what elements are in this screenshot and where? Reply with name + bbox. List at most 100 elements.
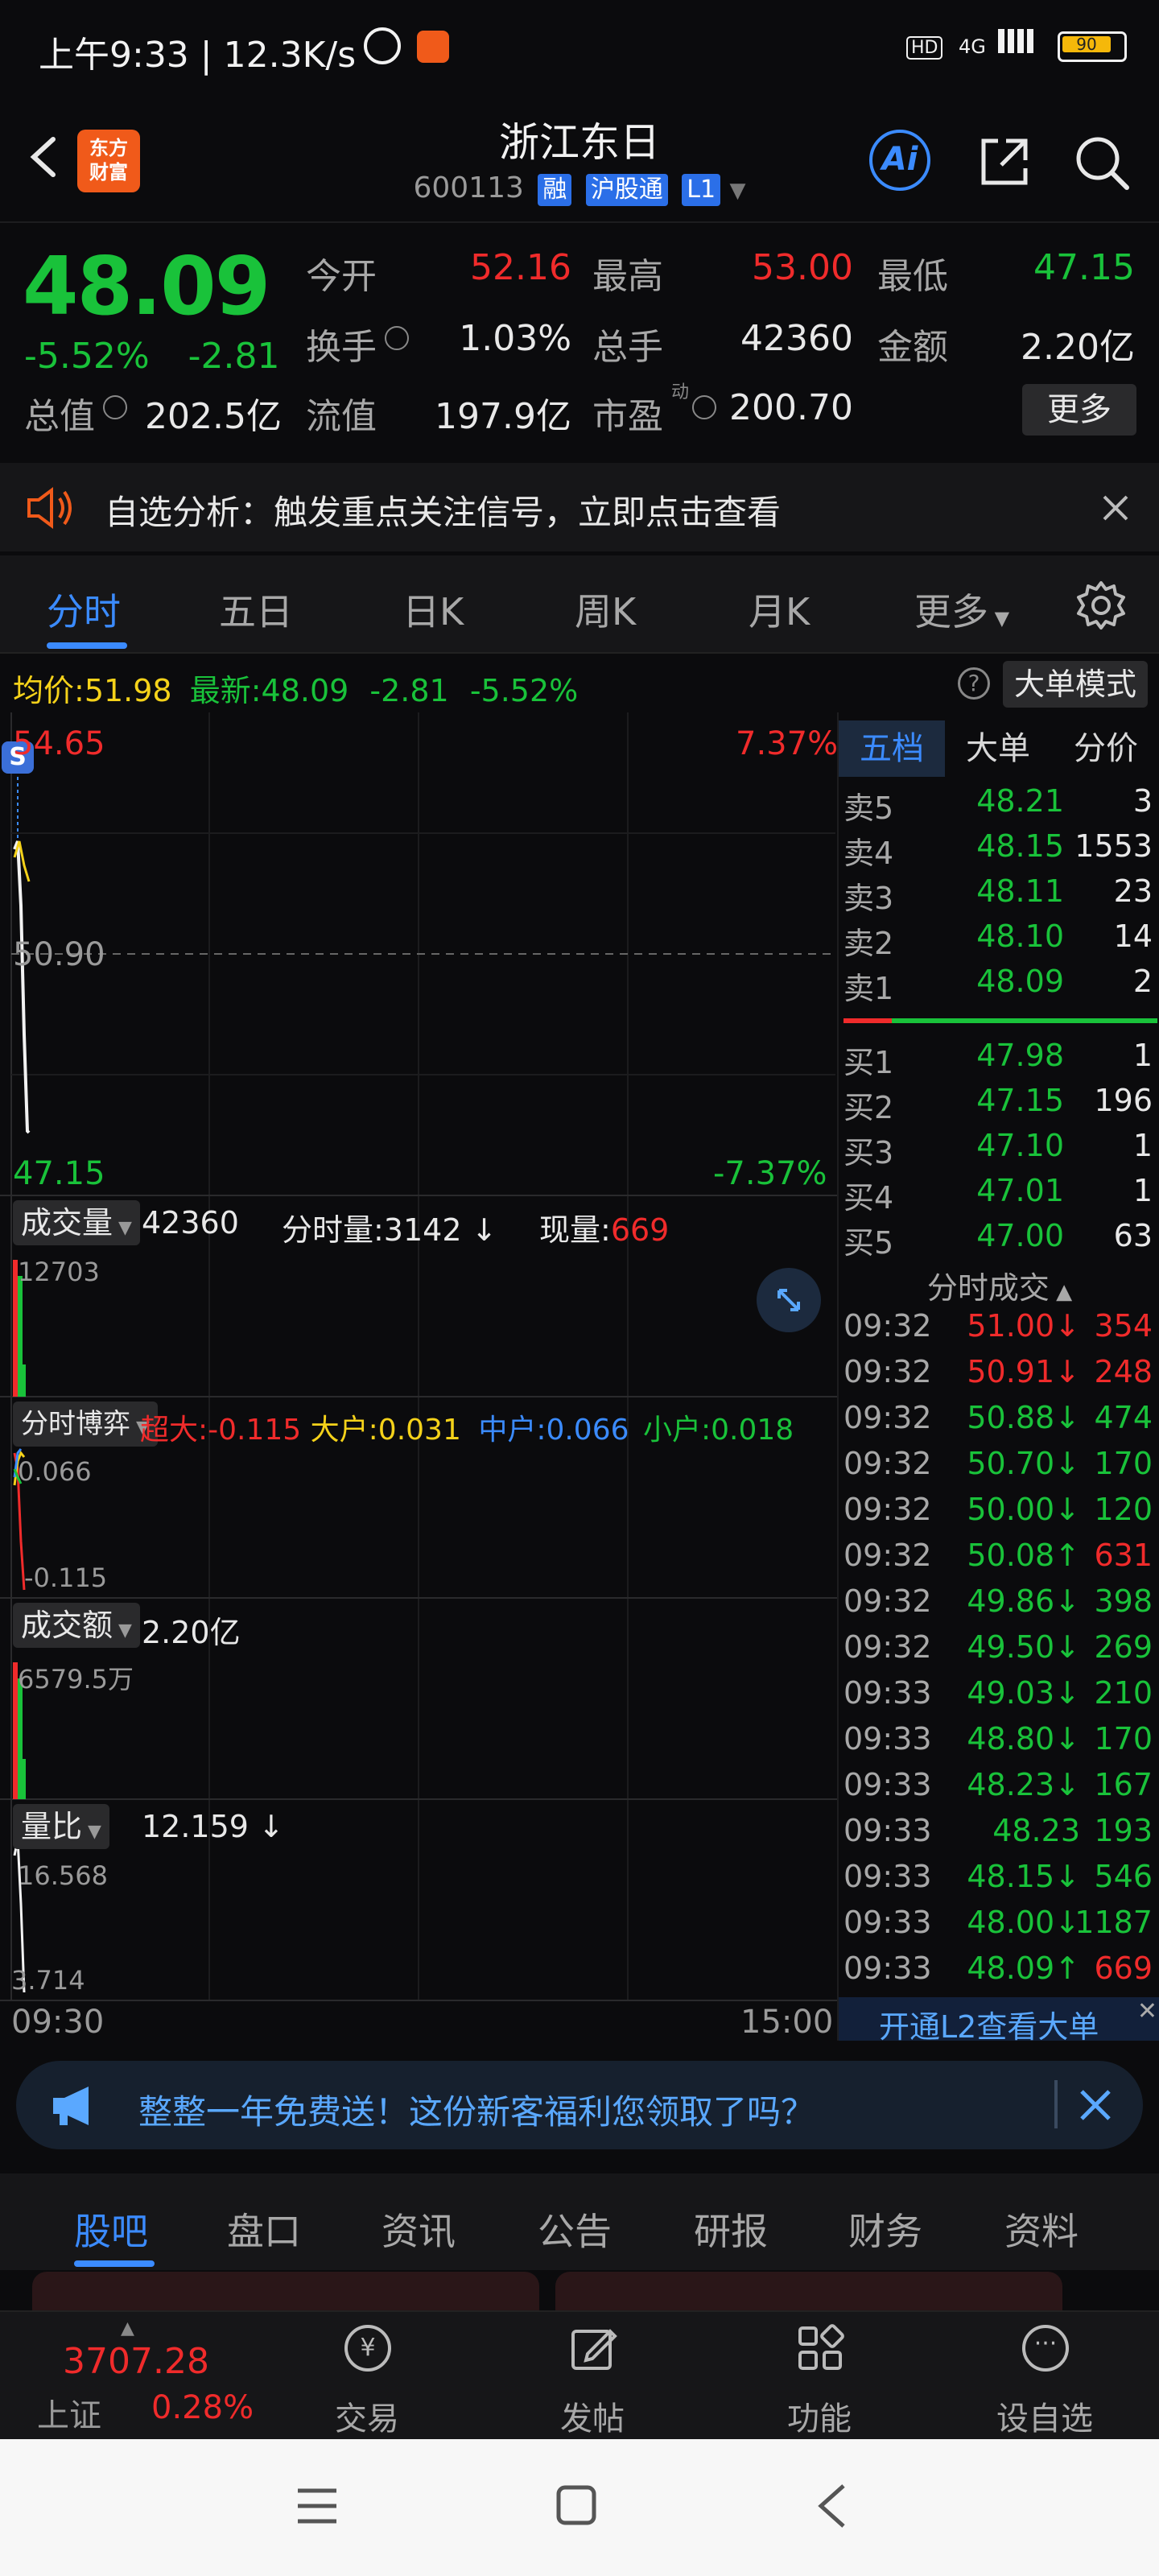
tab-handicap[interactable]: 盘口: [227, 2202, 301, 2256]
book-row[interactable]: 买1 47.98 1: [839, 1038, 1159, 1083]
book-row-qty: 1: [1132, 1128, 1153, 1163]
intraday-chart[interactable]: S 54.65 7.37% 50.90 47.15 -7.37% 成交量 ▼ 4…: [0, 712, 838, 2041]
trade-qty: 354: [1094, 1308, 1153, 1344]
game-axis-top: 0.066: [18, 1456, 92, 1487]
nav-add-watchlist[interactable]: ··· 设自选: [964, 2312, 1125, 2441]
trades-title[interactable]: 分时成交 ▲: [839, 1263, 1159, 1307]
info-icon[interactable]: [692, 395, 716, 419]
system-nav-bar: [0, 2439, 1159, 2576]
tab-big-order[interactable]: 大单: [945, 720, 1051, 777]
network-label: 4G: [959, 35, 986, 58]
tab-monthly-k[interactable]: 月K: [749, 583, 810, 636]
trade-qty: 170: [1094, 1721, 1153, 1757]
book-row-price: 48.11: [976, 873, 1064, 909]
more-quote-button[interactable]: 更多: [1022, 384, 1136, 436]
ratio-value: 12.159 ↓: [142, 1809, 284, 1844]
trade-qty: 193: [1094, 1813, 1153, 1848]
period-tabs: 分时 五日 日K 周K 月K 更多 ▼: [0, 555, 1159, 654]
book-row-price: 47.00: [976, 1218, 1064, 1253]
trade-qty: 474: [1094, 1400, 1153, 1435]
tab-intraday[interactable]: 分时: [47, 583, 121, 636]
back-nav-icon[interactable]: [815, 2483, 850, 2529]
share-icon[interactable]: [974, 131, 1035, 192]
help-icon[interactable]: ?: [958, 667, 990, 700]
amount-indicator-select[interactable]: 成交额 ▼: [13, 1603, 140, 1648]
index-price[interactable]: 3707.28: [63, 2341, 209, 2382]
tab-more[interactable]: 更多 ▼: [914, 583, 1009, 636]
book-row[interactable]: 卖2 48.10 14: [839, 919, 1159, 964]
volume-total: 42360: [142, 1205, 239, 1241]
book-row[interactable]: 买4 47.01 1: [839, 1173, 1159, 1218]
close-icon[interactable]: ✕: [1137, 1997, 1157, 2025]
tab-news[interactable]: 资讯: [382, 2202, 456, 2256]
tab-profile[interactable]: 资料: [1004, 2202, 1079, 2256]
index-name[interactable]: 上证: [37, 2389, 101, 2436]
trade-qty: 669: [1094, 1951, 1153, 1986]
current-volume: 现量:669: [539, 1212, 670, 1248]
ai-button[interactable]: Ai: [869, 130, 930, 191]
info-icon[interactable]: [103, 395, 127, 419]
app-notification-icon: [417, 31, 449, 63]
tab-five-day[interactable]: 五日: [219, 583, 293, 636]
change-amount: -2.81: [188, 336, 280, 377]
nav-trade[interactable]: ¥ 交易: [287, 2312, 448, 2441]
order-book-tabs: 五档 大单 分价: [839, 720, 1159, 777]
trade-row: 09:32 50.00↓ 120: [839, 1492, 1159, 1537]
book-row-label: 买1: [843, 1045, 894, 1080]
nav-post[interactable]: 发帖: [512, 2312, 673, 2441]
tab-weekly-k[interactable]: 周K: [575, 583, 636, 636]
tab-forum[interactable]: 股吧: [74, 2202, 148, 2256]
notice-bar[interactable]: 自选分析：触发重点关注信号，立即点击查看: [0, 463, 1159, 551]
trade-row: 09:33 48.00↓ 1187: [839, 1905, 1159, 1950]
trade-qty: 120: [1094, 1492, 1153, 1527]
game-indicator-select[interactable]: 分时博弈 ▼: [13, 1402, 158, 1447]
market-cap-label: 总值: [24, 396, 95, 437]
tab-research[interactable]: 研报: [694, 2202, 768, 2256]
tab-announcements[interactable]: 公告: [538, 2202, 612, 2256]
gear-icon[interactable]: [1075, 580, 1127, 631]
book-row[interactable]: 买5 47.00 63: [839, 1218, 1159, 1263]
trade-row: 09:32 51.00↓ 354: [839, 1308, 1159, 1353]
more-icon: ···: [1022, 2325, 1069, 2372]
big-order-mode-button[interactable]: 大单模式: [1003, 661, 1148, 708]
tag-connect: 沪股通: [585, 174, 668, 206]
tab-finance[interactable]: 财务: [848, 2202, 922, 2256]
book-row[interactable]: 卖4 48.15 1553: [839, 828, 1159, 873]
book-row[interactable]: 卖1 48.09 2: [839, 964, 1159, 1009]
tab-daily-k[interactable]: 日K: [402, 583, 464, 636]
hd-icon: HD: [906, 36, 943, 60]
ratio-indicator-select[interactable]: 量比 ▼: [13, 1804, 109, 1849]
info-icon[interactable]: [385, 326, 409, 350]
dropdown-icon: ▼: [729, 179, 746, 203]
low-label: 最低: [877, 256, 948, 297]
trade-price: 50.70↓: [967, 1446, 1080, 1481]
trade-row: 09:33 48.23 193: [839, 1813, 1159, 1858]
book-row[interactable]: 买2 47.15 196: [839, 1083, 1159, 1128]
book-row[interactable]: 买3 47.10 1: [839, 1128, 1159, 1173]
nav-add-watchlist-label: 设自选: [996, 2401, 1093, 2438]
menu-icon[interactable]: [295, 2486, 340, 2526]
book-row[interactable]: 卖3 48.11 23: [839, 873, 1159, 919]
trade-row: 09:33 48.80↓ 170: [839, 1721, 1159, 1766]
search-icon[interactable]: [1070, 131, 1132, 192]
book-row[interactable]: 卖5 48.21 3: [839, 783, 1159, 828]
close-icon[interactable]: [1099, 492, 1132, 524]
tab-level-five[interactable]: 五档: [839, 720, 945, 777]
trade-price: 48.23↓: [967, 1767, 1080, 1802]
volume-indicator-select[interactable]: 成交量 ▼: [13, 1200, 140, 1245]
l2-banner[interactable]: 开通L2查看大单 ✕: [839, 1997, 1159, 2045]
close-icon[interactable]: [1075, 2085, 1116, 2125]
trade-price: 49.03↓: [967, 1675, 1080, 1711]
home-icon[interactable]: [555, 2484, 597, 2526]
promo-banner[interactable]: 整整一年免费送！这份新客福利您领取了吗？: [16, 2061, 1143, 2149]
expand-icon[interactable]: [757, 1268, 821, 1332]
status-time: 上午9:33 | 12.3K/s: [39, 35, 357, 76]
index-percent[interactable]: 0.28%: [151, 2389, 254, 2426]
high-value: 53.00: [752, 247, 853, 288]
tab-price-dist[interactable]: 分价: [1051, 720, 1159, 777]
trade-price: 49.86↓: [967, 1583, 1080, 1619]
book-row-label: 买5: [843, 1225, 894, 1261]
nav-functions[interactable]: 功能: [739, 2312, 900, 2441]
open-value: 52.16: [470, 247, 571, 288]
nav-functions-label: 功能: [787, 2401, 852, 2438]
